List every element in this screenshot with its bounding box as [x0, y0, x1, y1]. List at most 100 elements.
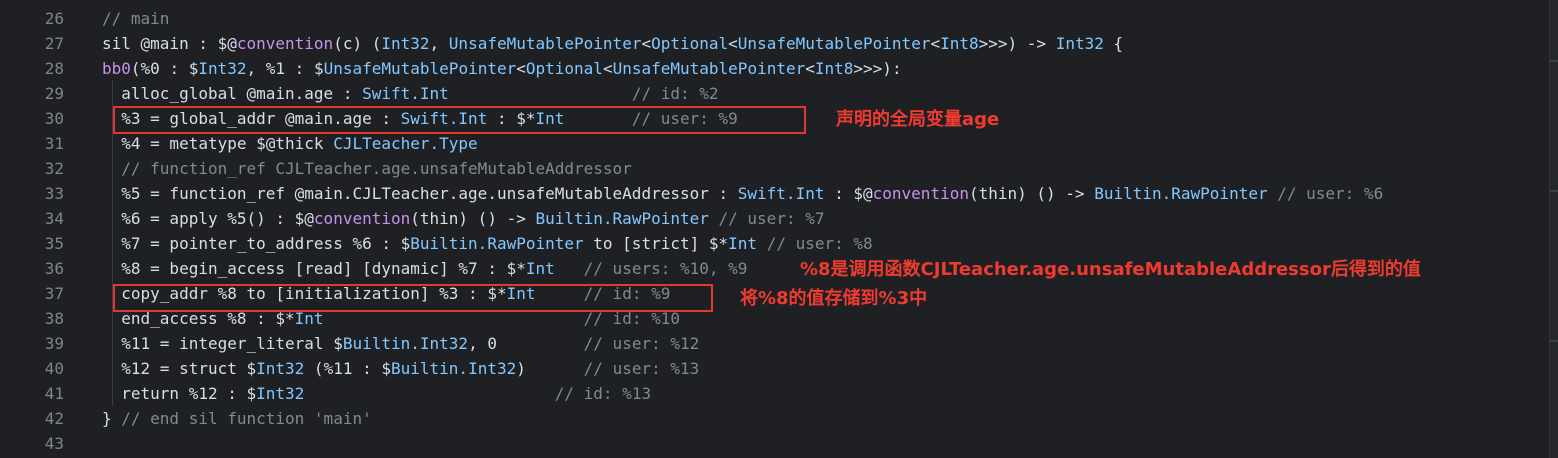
code-token: < [930, 34, 941, 53]
code-line[interactable]: } // end sil function 'main' [102, 406, 372, 431]
code-keyword: convention [872, 184, 969, 203]
scrollbar-track[interactable] [1549, 0, 1558, 458]
code-type: Int8 [814, 59, 854, 78]
line-number: 33 [44, 184, 64, 203]
code-token: { [1103, 34, 1124, 53]
code-token: >>>) -> [978, 34, 1056, 53]
code-type: Int [728, 234, 758, 253]
code-token: < [805, 59, 815, 78]
code-comment: // id: %2 [631, 84, 719, 103]
code-line[interactable]: bb0(%0 : $Int32, %1 : $UnsafeMutablePoin… [102, 56, 902, 81]
code-comment: // users: %10, %9 [583, 259, 748, 278]
code-type: Int32 [256, 384, 305, 403]
line-number: 27 [44, 34, 64, 53]
line-number: 35 [44, 234, 64, 253]
code-token: < [641, 34, 652, 53]
code-keyword: bb0 [102, 59, 131, 78]
line-number-gutter: 26 27 28 29 30 31 32 33 34 35 36 37 38 39 40 41 42 43 [0, 0, 90, 458]
annotation-copy-addr: 将%8的值存储到%3中 [740, 288, 928, 309]
code-line[interactable]: %7 = pointer_to_address %6 : $Builtin.Ra… [102, 231, 873, 256]
code-type: UnsafeMutablePointer [448, 34, 642, 53]
code-type: Int8 [940, 34, 979, 53]
code-token: %11 = integer_literal $ [102, 334, 343, 353]
code-token: , 0 [468, 334, 584, 353]
line-number: 29 [44, 84, 64, 103]
code-token: %8 = begin_access [read] [dynamic] %7 : … [102, 259, 526, 278]
code-comment: // user: %7 [718, 209, 825, 228]
annotation-begin-access: %8是调用函数CJLTeacher.age.unsafeMutableAddre… [800, 259, 1421, 280]
code-token: %7 = pointer_to_address %6 : $ [102, 234, 411, 253]
line-number: 32 [44, 159, 64, 178]
code-type: Builtin.RawPointer [1094, 184, 1268, 203]
code-line[interactable]: %4 = metatype $@thick CJLTeacher.Type [102, 131, 478, 156]
code-comment: // end sil function 'main' [121, 409, 372, 428]
code-token: ) [516, 359, 584, 378]
code-type: Int [525, 259, 555, 278]
code-line[interactable]: %5 = function_ref @main.CJLTeacher.age.u… [102, 181, 1383, 206]
code-token: to [strict] $* [583, 234, 729, 253]
code-token: (thin) () -> [410, 209, 536, 228]
code-token: , [429, 34, 449, 53]
code-line[interactable]: // main [102, 6, 169, 31]
code-token: , %1 : $ [246, 59, 324, 78]
code-type: Int32 [1055, 34, 1104, 53]
code-type: UnsafeMutablePointer [323, 59, 517, 78]
code-token: (%0 : $ [130, 59, 199, 78]
code-type: CJLTeacher.Type [333, 134, 478, 153]
code-token: alloc_global @main.age : [102, 84, 363, 103]
code-comment: // user: %12 [583, 334, 700, 353]
code-type: UnsafeMutablePointer [737, 34, 931, 53]
code-token: return %12 : $ [102, 384, 257, 403]
code-type: Int32 [198, 59, 247, 78]
code-line[interactable]: alloc_global @main.age : Swift.Int // id… [102, 81, 719, 106]
code-line[interactable]: %11 = integer_literal $Builtin.Int32, 0 … [102, 331, 699, 356]
code-line[interactable]: // function_ref CJLTeacher.age.unsafeMut… [102, 156, 632, 181]
code-type: Builtin.Int32 [342, 334, 469, 353]
line-number: 30 [44, 109, 64, 128]
code-keyword: convention [313, 209, 411, 228]
line-number: 42 [44, 409, 64, 428]
code-token: %4 = metatype $@thick [102, 134, 334, 153]
code-token: %5 = function_ref @main.CJLTeacher.age.u… [102, 184, 738, 203]
code-type: UnsafeMutablePointer [612, 59, 806, 78]
code-line[interactable]: sil @main : $@convention(c) (Int32, Unsa… [102, 31, 1123, 56]
code-token: sil @main : $@ [102, 34, 237, 53]
line-number: 34 [44, 209, 64, 228]
code-comment: // user: %13 [583, 359, 700, 378]
scrollbar-mark [1550, 340, 1558, 342]
code-line[interactable]: return %12 : $Int32 // id: %13 [102, 381, 651, 406]
code-type: Builtin.RawPointer [535, 209, 709, 228]
code-line[interactable]: %6 = apply %5() : $@convention(thin) () … [102, 206, 824, 231]
code-line[interactable]: %8 = begin_access [read] [dynamic] %7 : … [102, 256, 747, 281]
code-token: : $@ [824, 184, 873, 203]
code-type: Swift.Int [362, 84, 449, 103]
line-number: 26 [44, 9, 64, 28]
code-comment: // id: %13 [554, 384, 652, 403]
code-comment: // user: %8 [766, 234, 873, 253]
line-number: 36 [44, 259, 64, 278]
code-token: < [728, 34, 738, 53]
code-type: Int32 [256, 359, 305, 378]
code-comment: // main [102, 9, 170, 28]
line-number: 41 [44, 384, 64, 403]
code-type: Optional [651, 34, 729, 53]
line-number: 37 [44, 284, 64, 303]
highlight-box-copy-addr [113, 284, 713, 312]
code-token: } [102, 409, 122, 428]
code-line[interactable]: %12 = struct $Int32 (%11 : $Builtin.Int3… [102, 356, 699, 381]
code-type: Swift.Int [737, 184, 825, 203]
code-token: %6 = apply %5() : $@ [102, 209, 314, 228]
highlight-box-global-addr [113, 106, 806, 134]
code-token: (%11 : $ [304, 359, 391, 378]
code-token: %12 = struct $ [102, 359, 257, 378]
code-token: < [516, 59, 526, 78]
code-keyword: convention [236, 34, 334, 53]
code-type: Builtin.RawPointer [410, 234, 584, 253]
code-type: Builtin.Int32 [391, 359, 517, 378]
code-token: (thin) () -> [968, 184, 1095, 203]
